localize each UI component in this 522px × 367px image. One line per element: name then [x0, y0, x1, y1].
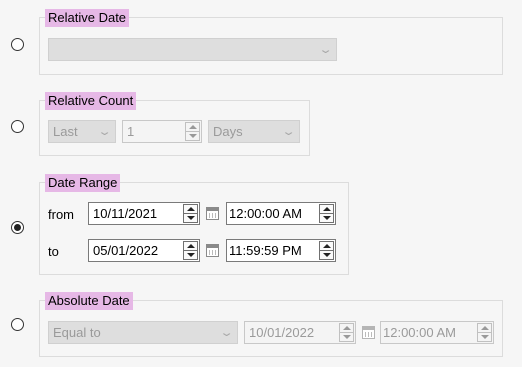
to-time-value: 11:59:59 PM [229, 243, 302, 258]
relative-count-group: Relative Count Last ⌄ 1 Days ⌄ [39, 92, 310, 156]
to-date-value: 05/01/2022 [93, 243, 159, 258]
relative-count-number-value: 1 [127, 124, 135, 139]
date-range-legend: Date Range [45, 174, 121, 192]
chevron-down-icon: ⌄ [318, 44, 333, 56]
absolute-date-legend: Absolute Date [45, 292, 133, 310]
relative-count-number-input[interactable]: 1 [122, 120, 202, 143]
spin-up-down-icon[interactable] [319, 204, 334, 223]
from-date-value: 10/11/2021 [93, 206, 158, 221]
calendar-icon[interactable] [206, 244, 219, 257]
relative-count-legend: Relative Count [45, 92, 137, 110]
relative-date-select[interactable]: ⌄ [48, 38, 337, 61]
calendar-icon[interactable] [206, 207, 219, 220]
chevron-down-icon: ⌄ [281, 126, 296, 138]
relative-count-direction-value: Last [53, 124, 78, 139]
absolute-date-operator-value: Equal to [53, 325, 101, 340]
spin-up-down-icon[interactable] [185, 122, 200, 141]
chevron-down-icon: ⌄ [219, 327, 234, 339]
spin-up-down-icon[interactable] [319, 241, 334, 260]
from-label: from [48, 207, 74, 222]
spin-up-down-icon[interactable] [477, 323, 492, 342]
relative-date-group: Relative Date ⌄ [39, 9, 503, 75]
from-time-value: 12:00:00 AM [229, 206, 302, 221]
from-time-input[interactable]: 12:00:00 AM [226, 202, 336, 225]
to-label: to [48, 244, 59, 259]
absolute-time-input[interactable]: 12:00:00 AM [380, 321, 494, 344]
relative-date-legend: Relative Date [45, 9, 130, 27]
date-range-group: Date Range from 10/11/2021 12:00:00 AM t… [39, 174, 349, 275]
spin-up-down-icon[interactable] [339, 323, 354, 342]
absolute-date-input[interactable]: 10/01/2022 [244, 321, 356, 344]
relative-count-unit-select[interactable]: Days ⌄ [208, 120, 300, 143]
absolute-date-radio[interactable] [11, 318, 24, 331]
relative-count-unit-value: Days [213, 124, 243, 139]
absolute-date-value: 10/01/2022 [249, 325, 315, 340]
absolute-date-group: Absolute Date Equal to ⌄ 10/01/2022 12:0… [39, 292, 503, 357]
spin-up-down-icon[interactable] [183, 204, 198, 223]
relative-count-direction-select[interactable]: Last ⌄ [48, 120, 116, 143]
date-range-radio[interactable] [11, 221, 24, 234]
calendar-icon[interactable] [362, 326, 375, 339]
to-time-input[interactable]: 11:59:59 PM [226, 239, 336, 262]
absolute-time-value: 12:00:00 AM [383, 325, 456, 340]
relative-date-radio[interactable] [11, 38, 24, 51]
to-date-input[interactable]: 05/01/2022 [88, 239, 200, 262]
chevron-down-icon: ⌄ [97, 126, 112, 138]
relative-count-radio[interactable] [11, 120, 24, 133]
from-date-input[interactable]: 10/11/2021 [88, 202, 200, 225]
absolute-date-operator-select[interactable]: Equal to ⌄ [48, 321, 238, 344]
spin-up-down-icon[interactable] [183, 241, 198, 260]
